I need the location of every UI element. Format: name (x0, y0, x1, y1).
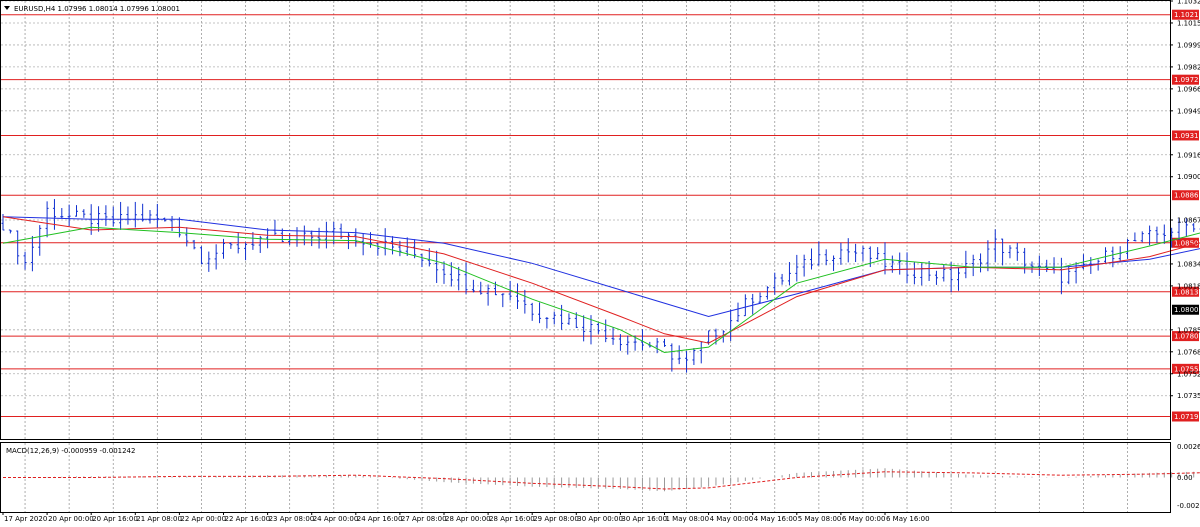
time-tick-label: 6 May 00:00 (842, 515, 886, 523)
price-tick-label: 1.09000 (1177, 173, 1200, 181)
level-price-label: 1.08861 (1174, 192, 1200, 200)
time-tick-label: 4 May 16:00 (754, 515, 798, 523)
price-tick-label: 1.10155 (1177, 19, 1200, 27)
time-tick-label: 17 Apr 2020 (4, 515, 47, 523)
price-tick-label: 1.07685 (1177, 348, 1200, 356)
level-price-label: 1.09729 (1174, 76, 1200, 84)
time-tick-label: 30 Apr 00:00 (577, 515, 623, 523)
time-tick-label: 6 May 16:00 (886, 515, 930, 523)
time-tick-label: 30 Apr 16:00 (621, 515, 667, 523)
chart-background (0, 0, 1200, 527)
price-tick-label: 1.07850 (1177, 326, 1200, 334)
price-chart[interactable]: 1.102171.097291.093101.088611.085041.081… (0, 0, 1200, 527)
level-price-label: 1.10217 (1174, 11, 1200, 19)
time-tick-label: 24 Apr 16:00 (357, 515, 403, 523)
symbol-label: EURUSD,H4 1.07996 1.08014 1.07996 1.0800… (14, 5, 180, 13)
macd-tick-label: 0.00 (1177, 474, 1193, 482)
time-tick-label: 27 Apr 08:00 (401, 515, 447, 523)
price-tick-label: 1.08180 (1177, 282, 1200, 290)
level-price-label: 1.09310 (1174, 132, 1200, 140)
price-tick-label: 1.07520 (1177, 370, 1200, 378)
price-tick-label: 1.09165 (1177, 151, 1200, 159)
time-tick-label: 20 Apr 16:00 (92, 515, 138, 523)
macd-label: MACD(12,26,9) -0.000959 -0.001242 (6, 447, 135, 455)
time-tick-label: 22 Apr 00:00 (180, 515, 226, 523)
price-tick-label: 1.09660 (1177, 85, 1200, 93)
time-tick-label: 20 Apr 00:00 (48, 515, 94, 523)
time-tick-label: 1 May 08:00 (666, 515, 710, 523)
price-tick-label: 1.07355 (1177, 392, 1200, 400)
time-tick-label: 24 Apr 00:00 (313, 515, 359, 523)
time-tick-label: 28 Apr 00:00 (445, 515, 491, 523)
time-tick-label: 29 Apr 08:00 (533, 515, 579, 523)
price-tick-label: 1.09495 (1177, 107, 1200, 115)
price-tick-label: 1.09990 (1177, 41, 1200, 49)
level-price-label: 1.07199 (1174, 413, 1200, 421)
price-tick-label: 1.10320 (1177, 0, 1200, 6)
time-tick-label: 5 May 08:00 (798, 515, 842, 523)
macd-tick-label: 0.002686 (1177, 443, 1200, 451)
price-tick-label: 1.08675 (1177, 217, 1200, 225)
price-tick-label: 1.09825 (1177, 63, 1200, 71)
macd-tick-label: -0.002424 (1177, 502, 1200, 510)
time-tick-label: 23 Apr 08:00 (269, 515, 315, 523)
time-tick-label: 22 Apr 16:00 (225, 515, 271, 523)
current-price-label: 1.08001 (1174, 306, 1200, 314)
time-tick-label: 21 Apr 08:00 (136, 515, 182, 523)
time-tick-label: 28 Apr 16:00 (489, 515, 535, 523)
time-tick-label: 4 May 00:00 (710, 515, 754, 523)
price-tick-label: 1.08345 (1177, 260, 1200, 268)
